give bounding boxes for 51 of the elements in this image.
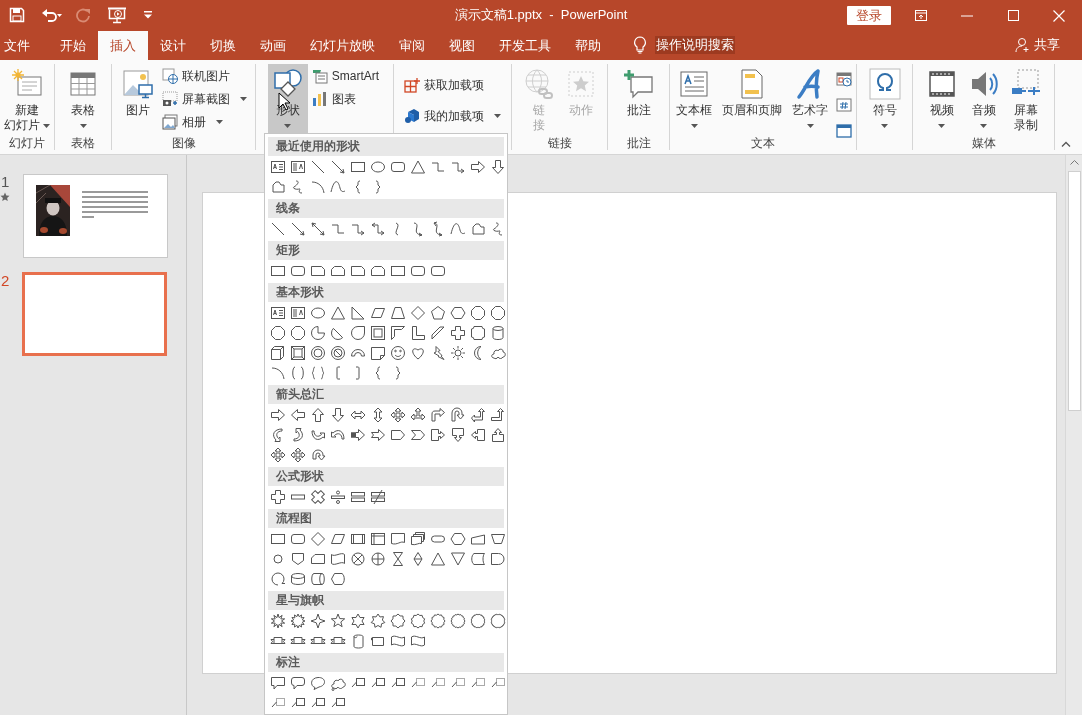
window-title: 演示文稿1.pptx - PowerPoint [454,6,628,25]
ribbon-button[interactable]: 文本框 [672,64,716,134]
ribbon-button[interactable]: 表格 [63,64,103,134]
ribbon-tab[interactable]: 审阅 [387,31,437,60]
section-header: 流程图 [268,509,504,528]
section-header: 基本形状 [268,283,504,302]
group-label: 媒体 [971,134,996,152]
group-label: 图像 [171,134,196,152]
group-label: 文本 [751,134,775,152]
slide-number: 1 [0,173,10,191]
ribbon-tab[interactable]: 幻灯片放映 [298,31,387,60]
section-header: 星与旗帜 [268,591,504,610]
section-header: 标注 [268,653,504,672]
share-button[interactable]: 共享 [1015,30,1060,60]
ribbon-button[interactable]: 页眉和页脚 [718,64,786,134]
ribbon-button[interactable]: 屏幕 录制 [1005,64,1046,134]
tell-me-field[interactable]: 操作说明搜索 [655,36,735,54]
ribbon-button[interactable]: 新建 幻灯片 [0,64,54,134]
ribbon-button[interactable]: 联机图片 [160,65,232,87]
ribbon-button[interactable]: 我的加载项 [402,105,503,127]
ribbon-button[interactable]: 图片 [118,64,158,134]
ribbon-tab[interactable]: 动画 [248,31,298,60]
section-header: 公式形状 [268,467,504,486]
group-label: 幻灯片 [9,134,45,152]
ribbon-button[interactable]: 相册 [160,111,225,133]
group-label: 表格 [71,134,95,152]
ribbon-button[interactable]: 获取加载项 [402,74,486,96]
section-header: 矩形 [268,241,504,260]
ribbon-tab[interactable]: 切换 [198,31,248,60]
ribbon-button[interactable]: 图表 [309,88,358,110]
ribbon-tab[interactable]: 开始 [48,31,98,60]
ribbon-tab[interactable]: 插入 [98,31,148,60]
group-label: 链接 [547,134,572,152]
ribbon-button[interactable]: 音频 [963,64,1004,134]
group-label: 批注 [626,134,651,152]
ribbon-tab[interactable]: 开发工具 [487,31,563,60]
ribbon-tab[interactable]: 视图 [437,31,487,60]
ribbon-button[interactable]: 批注 [618,64,659,134]
ribbon-tab[interactable]: 设计 [148,31,198,60]
slide-number: 2 [0,272,10,290]
ribbon-button[interactable]: 艺术字 [788,64,832,134]
section-header: 线条 [268,199,504,218]
ribbon-button[interactable]: 符号 [864,64,905,134]
sign-in-button[interactable]: 登录 [847,5,891,25]
ribbon-button[interactable]: 视频 [921,64,962,134]
section-header: 箭头总汇 [268,385,504,404]
ribbon-tab[interactable]: 帮助 [563,31,613,60]
section-header: 最近使用的形状 [268,137,504,156]
ribbon-button[interactable]: SmartArt [309,65,382,87]
ribbon-button[interactable]: 屏幕截图 [160,88,249,110]
ribbon-tab[interactable]: 文件 [0,31,48,60]
